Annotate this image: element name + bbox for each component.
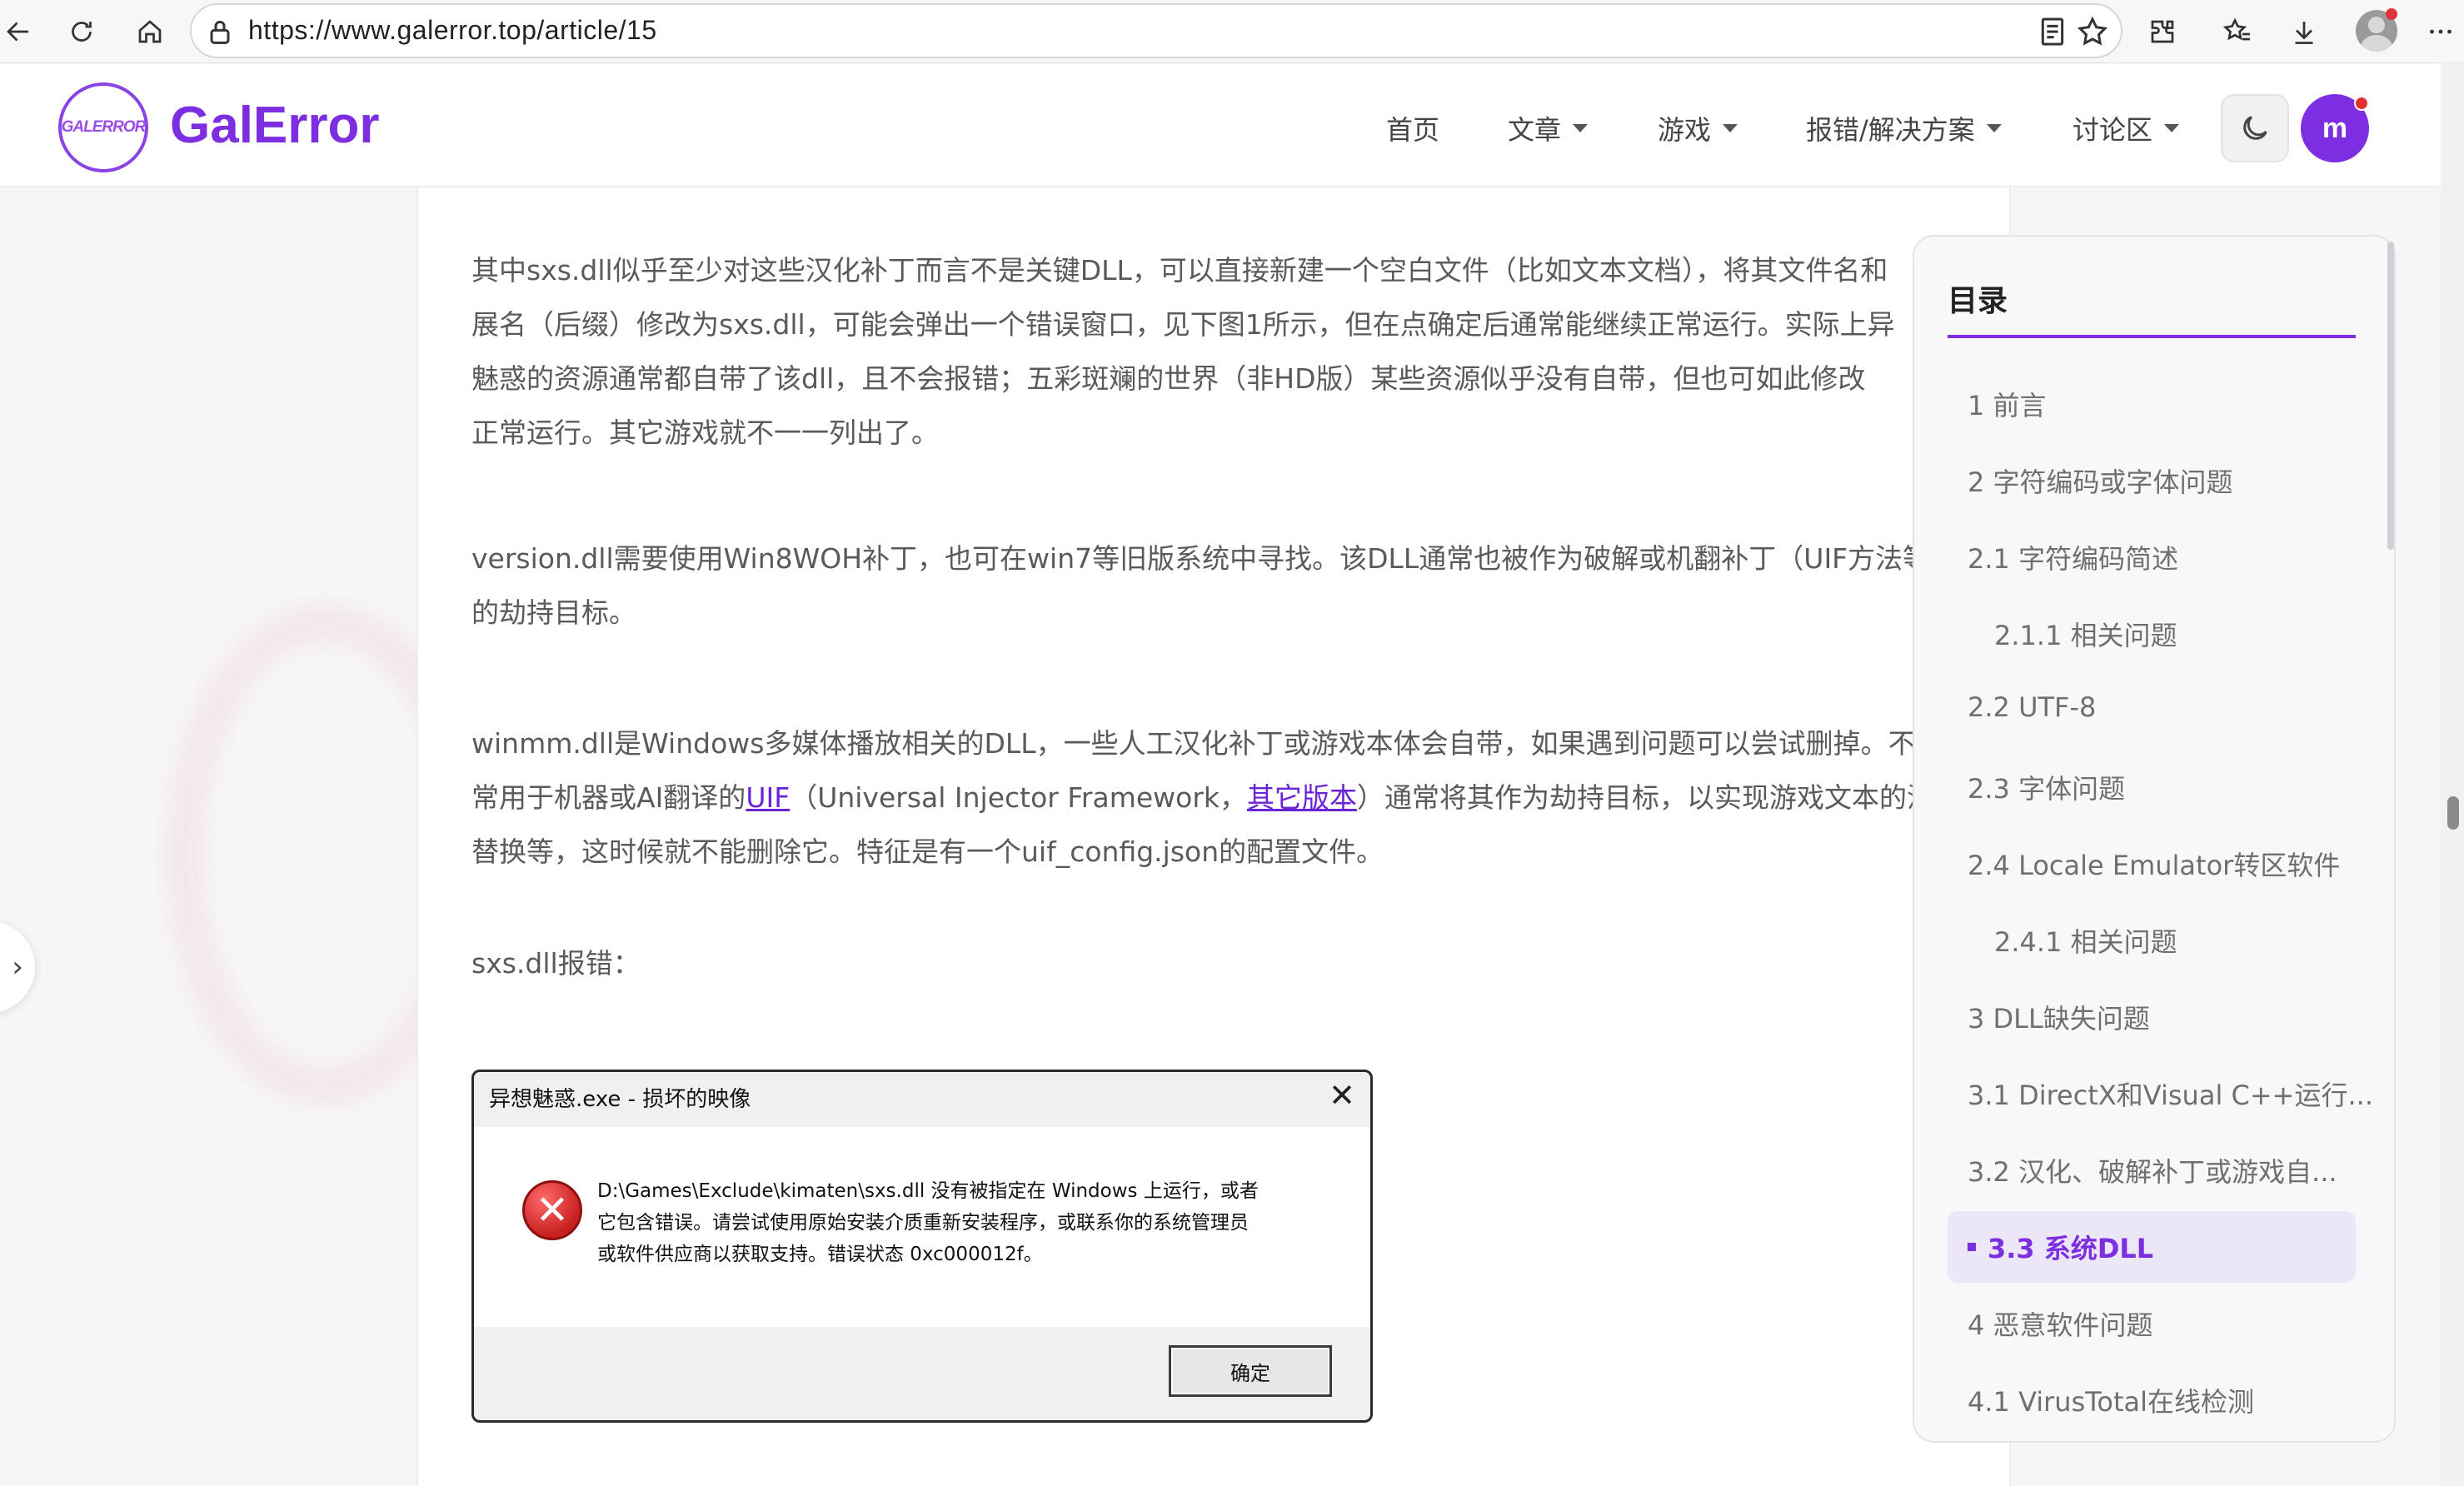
paragraph-sxs-error-label: sxs.dll报错： [471, 947, 641, 980]
toc-item[interactable]: 2.2 UTF-8 [1968, 691, 2096, 723]
error-icon: ✕ [522, 1180, 582, 1240]
nav-games[interactable]: 游戏 [1658, 109, 1738, 147]
toc-item-active[interactable]: 3.3 系统DLL [1988, 1228, 2153, 1266]
background-decoration [167, 605, 416, 1105]
chevron-down-icon [1723, 124, 1738, 132]
back-arrow-icon[interactable] [0, 12, 37, 52]
lock-icon[interactable] [203, 15, 237, 48]
toc-item[interactable]: 2.3 字体问题 [1968, 768, 2125, 806]
toc-item[interactable]: 4 恶意软件问题 [1968, 1304, 2153, 1343]
url-text[interactable]: https://www.galerror.top/article/15 [248, 15, 657, 46]
favorite-star-icon[interactable] [2076, 15, 2109, 48]
paragraph-sxs: 其中sxs.dll似乎至少对这些汉化补丁而言不是关键DLL，可以直接新建一个空白… [471, 254, 1895, 449]
toc-item[interactable]: 2 字符编码或字体问题 [1968, 461, 2233, 500]
notification-dot [2386, 8, 2397, 20]
chevron-right-icon: › [12, 950, 23, 984]
reader-mode-icon[interactable] [2036, 15, 2069, 48]
nav-articles[interactable]: 文章 [1508, 109, 1589, 147]
toc-item[interactable]: 3.1 DirectX和Visual C++运行... [1968, 1075, 2373, 1113]
left-background: › [0, 188, 416, 1486]
other-versions-link[interactable]: 其它版本 [1247, 781, 1357, 814]
uif-link[interactable]: UIF [746, 781, 790, 814]
nav-discussion[interactable]: 讨论区 [2072, 109, 2180, 147]
close-icon: ✕ [1329, 1077, 1355, 1114]
toc-item[interactable]: 3.2 汉化、破解补丁或游戏自... [1968, 1151, 2337, 1189]
site-logo[interactable]: GALERROR [58, 82, 148, 172]
page-scrollbar-thumb[interactable] [2447, 796, 2459, 830]
toc-item[interactable]: 4.1 VirusTotal在线检测 [1968, 1381, 2254, 1419]
user-notification-dot [2354, 96, 2369, 111]
home-icon[interactable] [132, 12, 168, 52]
toc-item[interactable]: 1 前言 [1968, 385, 2047, 423]
moon-icon [2243, 116, 2267, 140]
more-menu-icon[interactable] [2422, 12, 2459, 52]
extensions-icon[interactable] [2144, 12, 2181, 52]
chevron-down-icon [2164, 124, 2180, 132]
site-header: GALERROR GalError 首页 文章 游戏 报错/解决方案 讨论区 m [0, 64, 2441, 187]
dialog-message: D:\Games\Exclude\kimaten\sxs.dll 没有被指定在 … [597, 1180, 1259, 1265]
favorites-icon[interactable] [2219, 12, 2256, 52]
address-bar[interactable]: https://www.galerror.top/article/15 [190, 3, 2122, 58]
chevron-down-icon [1573, 124, 1589, 132]
error-dialog-image: 异想魅惑.exe - 损坏的映像 ✕ ✕ D:\Games\Exclude\ki… [471, 1070, 1373, 1423]
toc-item[interactable]: 2.4.1 相关问题 [1994, 921, 2177, 960]
nav-home[interactable]: 首页 [1386, 109, 1439, 147]
theme-toggle-button[interactable] [2221, 94, 2289, 162]
toc-active-marker [1968, 1243, 1976, 1251]
paragraph-winmm-dll: winmm.dll是Windows多媒体播放相关的DLL，一些人工汉化补丁或游戏… [471, 727, 1935, 868]
browser-toolbar: https://www.galerror.top/article/15 [0, 0, 2464, 63]
toc-item[interactable]: 2.1 字符编码简述 [1968, 538, 2178, 576]
dialog-body: ✕ D:\Games\Exclude\kimaten\sxs.dll 没有被指定… [474, 1127, 1370, 1327]
article-content: 其中sxs.dll似乎至少对这些汉化补丁而言不是关键DLL，可以直接新建一个空白… [416, 188, 2011, 1486]
dialog-ok-button: 确定 [1169, 1345, 1332, 1397]
toc-title-underline [1948, 335, 2356, 338]
download-icon[interactable] [2286, 12, 2322, 52]
dialog-title: 异想魅惑.exe - 损坏的映像 [489, 1087, 751, 1112]
toc-item[interactable]: 2.4 Locale Emulator转区软件 [1968, 845, 2340, 883]
toc-title: 目录 [1948, 284, 2008, 318]
table-of-contents: 目录 1 前言 2 字符编码或字体问题 2.1 字符编码简述 2.1.1 相关问… [1913, 235, 2396, 1443]
toc-item[interactable]: 2.1.1 相关问题 [1994, 615, 2177, 653]
site-brand[interactable]: GalError [170, 96, 380, 155]
chevron-down-icon [1986, 124, 2002, 132]
paragraph-version-dll: version.dll需要使用Win8WOH补丁，也可在win7等旧版系统中寻找… [471, 542, 1931, 629]
toc-scrollbar[interactable] [2387, 242, 2394, 550]
logo-text: GALERROR [61, 118, 147, 136]
page-scrollbar[interactable] [2441, 64, 2464, 1486]
toc-item[interactable]: 3 DLL缺失问题 [1968, 998, 2150, 1036]
sidebar-expand-button[interactable]: › [0, 921, 35, 1013]
nav-errors-solutions[interactable]: 报错/解决方案 [1806, 109, 2002, 147]
refresh-icon[interactable] [63, 12, 100, 52]
